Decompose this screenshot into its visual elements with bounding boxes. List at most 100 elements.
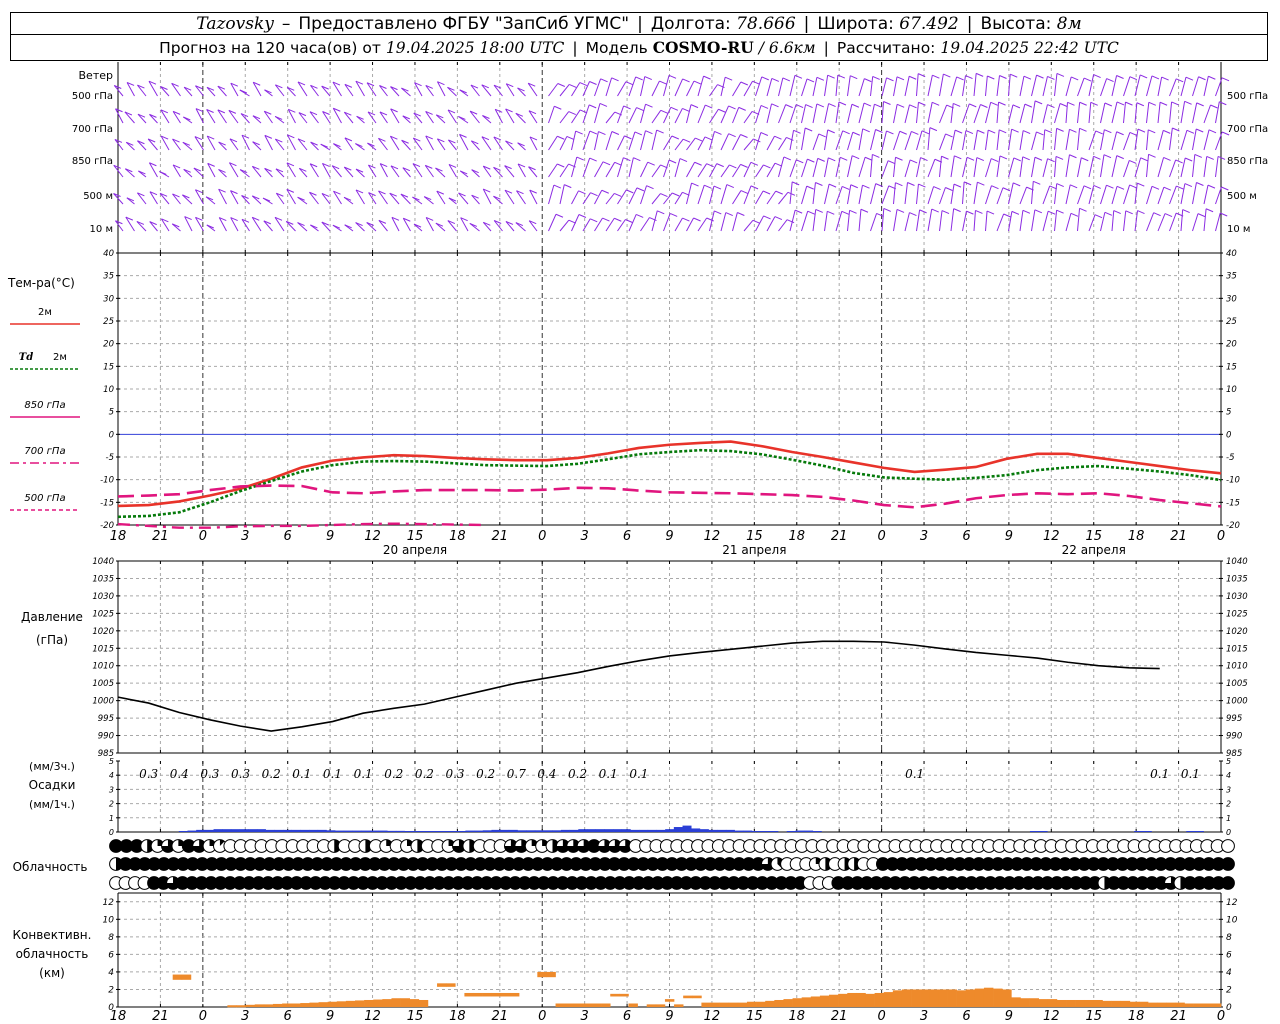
conv-bar	[1120, 1000, 1131, 1007]
wind-barb-flag	[682, 138, 691, 143]
conv-bar	[400, 998, 411, 1007]
wind-barb-flag	[668, 74, 677, 79]
wind-barb-flag	[953, 102, 961, 107]
wind-barb	[1146, 186, 1153, 205]
wind-barb-flag	[785, 104, 793, 109]
wind-barb-flag	[838, 101, 847, 106]
legend-label: 2м	[53, 352, 67, 363]
precip-bar	[309, 829, 319, 832]
wind-barb	[697, 163, 708, 178]
wind-barb	[824, 103, 830, 124]
wind-barb	[1169, 78, 1177, 97]
precip-bar	[196, 829, 206, 832]
wind-barb-flag	[704, 136, 713, 141]
wind-barb	[1111, 75, 1118, 97]
y-tick-label-right: 10	[1226, 385, 1237, 395]
wind-barb	[835, 75, 839, 97]
wind-barb-flag	[872, 75, 880, 80]
wind-barb	[515, 112, 526, 124]
wind-barb-flag	[1104, 129, 1112, 134]
wind-barb	[812, 77, 818, 97]
conv-bar	[847, 992, 857, 1007]
wind-barb	[471, 169, 480, 178]
wind-barb-flag	[842, 185, 850, 190]
conv-bar	[628, 1003, 638, 1007]
wind-barb-flag	[1139, 74, 1148, 79]
time-tick-label-bottom: 3	[241, 1009, 249, 1024]
wind-barb	[1065, 213, 1072, 232]
wind-barb-flag	[1093, 155, 1101, 160]
wind-barb-flag	[694, 161, 702, 166]
wind-barb-flag	[682, 107, 690, 112]
wind-level-label-right: 500 м	[1227, 191, 1257, 202]
wind-barb	[973, 182, 978, 205]
precip-bar	[448, 831, 458, 832]
cloud-symbols	[109, 839, 1235, 890]
wind-barb	[1192, 213, 1199, 232]
wind-barb-flag	[1184, 157, 1193, 162]
wind-barb	[847, 75, 851, 97]
conv-bar	[592, 1003, 602, 1007]
time-tick-label: 0	[199, 529, 207, 544]
y-tick-label: 12	[103, 898, 115, 908]
conv-bar	[391, 998, 401, 1007]
wind-barb-flag	[975, 210, 983, 214]
y-tick-label-right: -10	[1226, 476, 1240, 486]
wind-barb-flag	[815, 208, 823, 213]
time-tick-label-bottom: 0	[1217, 1009, 1225, 1024]
y-tick-label: 4	[109, 771, 114, 780]
wind-barb-flag	[774, 135, 782, 140]
wind-barb	[1019, 186, 1028, 205]
wind-level-label: 500 м	[83, 191, 113, 202]
wind-barb-flag	[850, 75, 858, 80]
wind-barb	[1019, 210, 1024, 232]
wind-barb	[617, 81, 627, 97]
wind-barb	[1100, 78, 1108, 97]
wind-barb-flag	[1198, 76, 1206, 81]
conv-bar	[683, 995, 693, 999]
wind-title: Ветер	[79, 69, 113, 82]
wind-barb-flag	[862, 184, 870, 189]
precip-bar	[725, 829, 735, 832]
wind-barb-flag	[691, 182, 699, 187]
time-tick-label: 6	[962, 529, 970, 544]
wind-barb-flag	[931, 101, 940, 106]
wind-barb	[182, 194, 193, 205]
wind-barb	[402, 115, 411, 124]
wind-barb	[1215, 101, 1220, 124]
wind-barb	[594, 217, 603, 232]
wind-barb-flag	[578, 190, 586, 195]
wind-barb	[1077, 208, 1081, 232]
wind-barb	[927, 75, 933, 97]
wind-barb	[686, 80, 695, 97]
conv-bar	[336, 1001, 347, 1007]
wind-barb-flag	[1034, 156, 1043, 161]
wind-barb-flag	[954, 155, 962, 160]
wind-barb	[858, 78, 865, 97]
legend-label: 700 гПа	[24, 446, 65, 457]
wind-barb	[697, 75, 705, 97]
wind-barb	[628, 214, 637, 232]
time-tick-label-bottom: 6	[284, 1009, 292, 1024]
wind-barb	[264, 135, 273, 151]
precip-bar	[352, 830, 362, 832]
wind-barb-flag	[851, 155, 860, 160]
wind-barb	[904, 212, 910, 232]
wind-barb-flag	[806, 185, 814, 190]
wind-barb-flag	[693, 80, 702, 85]
wind-barb	[973, 130, 978, 151]
precip-bar	[213, 829, 223, 832]
precip-bar	[430, 831, 440, 832]
conv-bar	[446, 983, 456, 987]
y-tick-label: 2	[108, 985, 114, 995]
wind-barb	[835, 101, 840, 124]
conv-bar	[364, 999, 374, 1007]
wind-barb	[1111, 101, 1118, 124]
time-tick-label: 9	[665, 529, 673, 544]
precip-bar	[752, 831, 761, 832]
wind-barb	[571, 214, 580, 232]
wind-barb-flag	[671, 135, 680, 140]
y-tick-label-right: 12	[1226, 898, 1238, 908]
wind-barb-flag	[771, 103, 779, 108]
precip-bar	[769, 831, 779, 832]
